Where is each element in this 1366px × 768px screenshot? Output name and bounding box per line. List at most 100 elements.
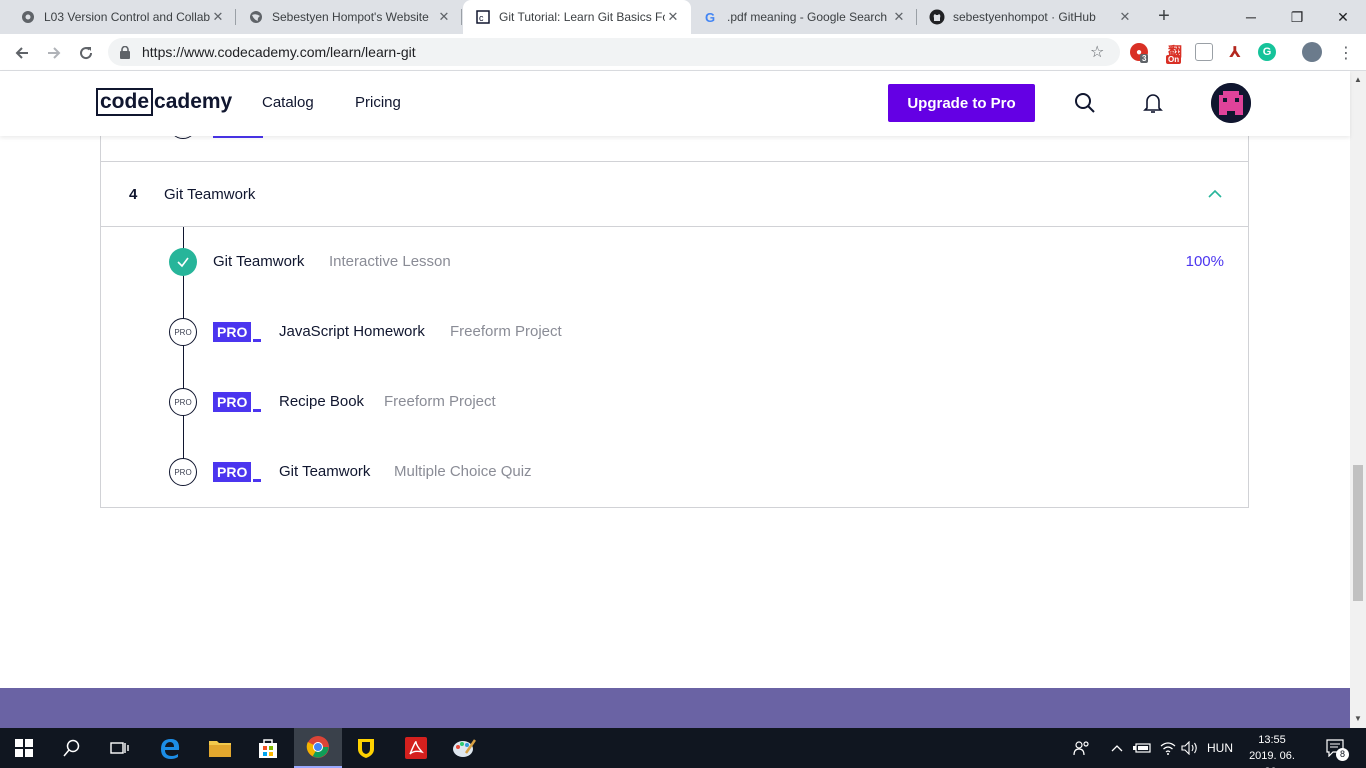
item-type: Freeform Project [384,393,496,410]
item-type: Interactive Lesson [329,253,451,270]
module-title: Git Teamwork [164,186,256,203]
minimize-window-icon[interactable]: ─ [1228,0,1274,34]
svg-text:c: c [479,13,484,23]
clock-time: 13:55 [1258,734,1286,746]
scroll-up-arrow-icon[interactable]: ▲ [1354,75,1362,84]
translate-badge: On [1166,55,1182,64]
pro-badge: PRO [213,392,262,412]
footer-band [0,688,1350,728]
scroll-down-arrow-icon[interactable]: ▼ [1354,714,1362,723]
browser-tab-1[interactable]: L03 Version Control and Collab ✕ [8,0,236,34]
file-explorer-icon[interactable] [196,728,244,768]
windows-taskbar: HUN 13:55 2019. 06. 30. 8 [0,728,1366,768]
back-arrow-icon[interactable] [8,39,36,67]
browser-tab-strip: L03 Version Control and Collab ✕ Sebesty… [0,0,1366,34]
svg-text:G: G [705,10,715,24]
search-icon[interactable] [1073,91,1097,115]
pro-lock-node: PRO [169,318,197,346]
pro-badge-label: PRO [213,322,252,342]
acrobat-icon[interactable] [392,728,440,768]
page-scrollbar[interactable]: ▲ ▼ [1350,71,1366,728]
grammarly-icon[interactable]: G [1258,43,1276,61]
task-view-icon[interactable] [96,728,144,768]
volume-icon[interactable] [1180,728,1200,768]
tab-title: Git Tutorial: Learn Git Basics Fo [499,10,665,24]
bookmark-star-icon[interactable]: ☆ [1090,42,1104,62]
show-hidden-icons-chevron-icon[interactable] [1108,728,1126,768]
reload-icon[interactable] [72,39,100,67]
new-tab-button[interactable]: + [1152,5,1176,29]
module-header[interactable]: 4 Git Teamwork [101,162,1248,227]
close-window-icon[interactable]: ✕ [1320,0,1366,34]
module-item-row[interactable]: PRO PRO Recipe Book Freeform Project [101,382,1248,422]
pro-badge-label: PRO [213,392,252,412]
profile-avatar-icon[interactable] [1302,42,1322,62]
edge-icon[interactable] [146,728,194,768]
github-favicon-icon [929,9,945,25]
course-favicon-icon [20,9,36,25]
module-item-row[interactable]: PRO PRO Git Teamwork Multiple Choice Qui… [101,452,1248,492]
google-favicon-icon: G [703,9,719,25]
browser-toolbar: https://www.codecademy.com/learn/learn-g… [0,34,1366,71]
pro-badge: PRO [213,322,262,342]
chrome-menu-icon[interactable]: ⋮ [1332,39,1360,67]
scrollbar-thumb[interactable] [1353,465,1363,601]
address-bar[interactable]: https://www.codecademy.com/learn/learn-g… [108,38,1120,66]
adblock-badge: 3 [1140,54,1149,63]
item-title[interactable]: Git Teamwork [279,463,370,480]
forward-arrow-icon[interactable] [40,39,68,67]
item-type: Freeform Project [450,323,562,340]
nav-catalog[interactable]: Catalog [262,94,314,111]
notification-count-badge: 8 [1336,748,1349,761]
close-tab-icon[interactable]: ✕ [665,9,681,25]
nav-pricing[interactable]: Pricing [355,94,401,111]
paint-icon[interactable] [440,728,488,768]
tab-title: L03 Version Control and Collab [44,10,210,24]
bell-icon[interactable] [1141,91,1165,115]
tab-title: Sebestyen Hompot's Website [272,10,429,24]
chrome-icon[interactable] [294,728,342,768]
page-content: 4 Git Teamwork Git Teamwork Interactive … [0,71,1350,728]
item-title[interactable]: Git Teamwork [213,253,304,270]
close-tab-icon[interactable]: ✕ [210,9,226,25]
item-type: Multiple Choice Quiz [394,463,532,480]
clock[interactable]: 13:55 2019. 06. 30. [1240,732,1304,768]
store-icon[interactable] [244,728,292,768]
wifi-icon[interactable] [1158,728,1178,768]
url-text: https://www.codecademy.com/learn/learn-g… [142,44,416,60]
completed-check-icon [169,248,197,276]
module-item-row[interactable]: PRO PRO JavaScript Homework Freeform Pro… [101,312,1248,352]
search-icon[interactable] [48,728,96,768]
notification-center-icon[interactable]: 8 [1322,728,1350,768]
user-avatar[interactable] [1211,83,1251,123]
item-title[interactable]: JavaScript Homework [279,323,425,340]
norton-icon[interactable] [342,728,390,768]
browser-tab-2[interactable]: Sebestyen Hompot's Website ✕ [236,0,462,34]
people-icon[interactable] [1070,728,1094,768]
item-title[interactable]: Recipe Book [279,393,364,410]
pdf-icon[interactable]: ⅄ [1226,43,1244,61]
codecademy-favicon-icon: c [475,9,491,25]
document-icon[interactable] [1195,43,1213,61]
restore-window-icon[interactable]: ❐ [1274,0,1320,34]
browser-tab-5[interactable]: sebestyenhompot · GitHub ✕ [917,0,1143,34]
windows-start-icon[interactable] [0,728,48,768]
pro-badge: PRO [213,462,262,482]
browser-tab-3-active[interactable]: c Git Tutorial: Learn Git Basics Fo ✕ [463,0,691,34]
close-tab-icon[interactable]: ✕ [891,9,907,25]
close-tab-icon[interactable]: ✕ [436,9,452,25]
chevron-up-icon[interactable] [1207,186,1223,202]
close-tab-icon[interactable]: ✕ [1117,9,1133,25]
pro-badge-cursor [253,479,262,482]
upgrade-to-pro-button[interactable]: Upgrade to Pro [888,84,1035,122]
clock-date: 2019. 06. 30. [1249,750,1295,768]
logo-code: code [96,88,154,116]
tab-title: .pdf meaning - Google Search [727,10,888,24]
input-language[interactable]: HUN [1204,728,1236,768]
browser-tab-4[interactable]: G .pdf meaning - Google Search ✕ [691,0,917,34]
pro-badge-cursor [253,339,262,342]
module-item-row[interactable]: Git Teamwork Interactive Lesson 100% [101,242,1248,282]
battery-icon[interactable] [1132,728,1152,768]
codecademy-logo[interactable]: code cademy [96,88,232,116]
globe-favicon-icon [248,9,264,25]
